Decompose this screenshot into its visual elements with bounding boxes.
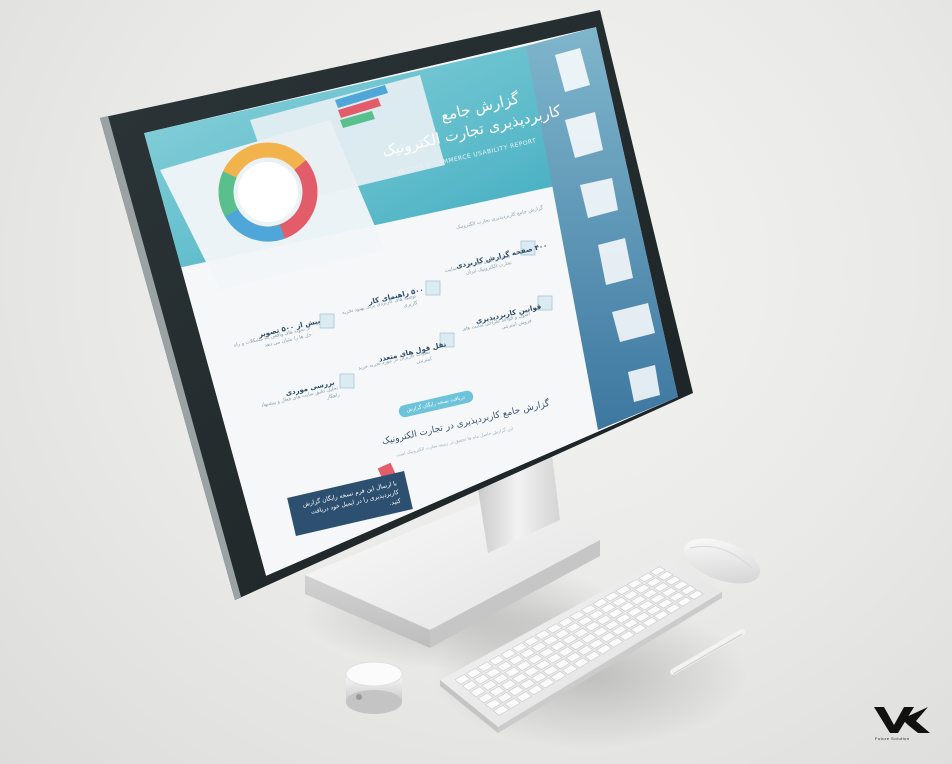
brand-text: Future Solution: [875, 736, 910, 741]
stylus: [670, 629, 745, 675]
breadcrumb: گزارش جامع کاربردپذیری تجارت الکترونیک: [455, 205, 544, 231]
surface-dial: [345, 661, 403, 714]
scene: گزارش جامع کاربردپذیری تجارت الکترونیک T…: [0, 0, 952, 764]
brand-logo: [874, 707, 930, 733]
download-button[interactable]: دریافت نسخه رایگان گزارش: [397, 389, 474, 419]
